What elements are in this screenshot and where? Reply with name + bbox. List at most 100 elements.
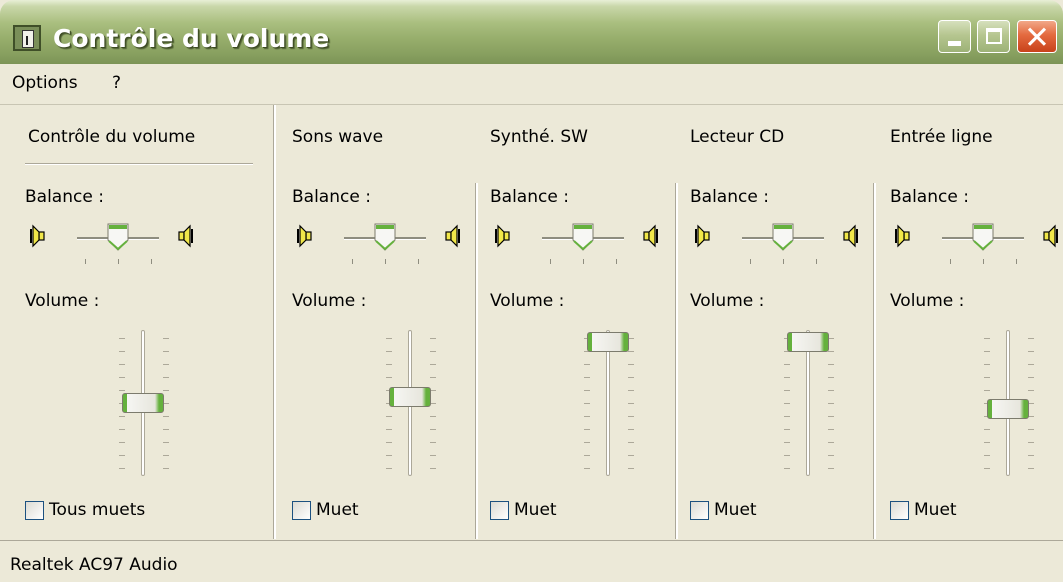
speaker-right-icon [842,224,860,248]
volume-tick [628,351,634,352]
volume-tick [163,429,169,430]
volume-tick [163,364,169,365]
balance-tick [783,259,784,264]
balance-slider-thumb[interactable] [772,223,794,251]
volume-tick [628,429,634,430]
balance-slider-thumb[interactable] [374,223,396,251]
volume-tick [628,442,634,443]
balance-tick [816,259,817,264]
volume-tick [584,364,590,365]
volume-tick [1028,390,1034,391]
volume-label: Volume : [292,291,367,311]
volume-label: Volume : [890,291,965,311]
volume-slider-thumb[interactable] [787,332,829,352]
balance-tick [118,259,119,264]
volume-slider-thumb[interactable] [389,387,431,407]
mute-checkbox[interactable] [890,501,909,520]
volume-tick [784,442,790,443]
balance-tick [352,259,353,264]
volume-tick [984,468,990,469]
balance-tick [151,259,152,264]
mute-checkbox[interactable] [490,501,509,520]
volume-tick [430,468,436,469]
volume-tick [784,377,790,378]
channel-title-entree-ligne: Entrée ligne [890,127,993,147]
volume-tick [784,403,790,404]
menu-help[interactable]: ? [112,73,121,93]
volume-tick [828,468,834,469]
volume-tick [784,364,790,365]
mute-all-label[interactable]: Tous muets [49,500,145,520]
volume-tick [628,390,634,391]
volume-tick [386,442,392,443]
volume-tick [430,455,436,456]
volume-tick [784,416,790,417]
volume-tick [119,351,125,352]
volume-tick [828,455,834,456]
balance-tick [385,259,386,264]
volume-tick [119,455,125,456]
title-bar[interactable]: Contrôle du volume ✕ [0,0,1063,64]
channel-title-synthe-sw: Synthé. SW [490,127,588,147]
device-name: Realtek AC97 Audio [10,555,178,575]
volume-tick [163,338,169,339]
menu-options[interactable]: Options [12,73,78,93]
volume-tick [828,442,834,443]
mute-checkbox[interactable] [292,501,311,520]
volume-tick [828,416,834,417]
volume-tick [584,416,590,417]
maximize-button[interactable] [977,20,1010,53]
volume-tick [386,338,392,339]
app-icon[interactable] [13,25,41,51]
volume-tick [386,468,392,469]
volume-slider-thumb[interactable] [587,332,629,352]
mixer-panel: Contrôle du volume Balance : Volume : Tous… [0,105,1063,539]
volume-tick [984,390,990,391]
volume-tick [584,377,590,378]
volume-label: Volume : [690,291,765,311]
volume-tick [984,377,990,378]
balance-label: Balance : [292,187,371,207]
balance-tick [750,259,751,264]
mute-all-checkbox[interactable] [25,501,44,520]
volume-tick [119,468,125,469]
volume-tick [984,455,990,456]
volume-tick [628,468,634,469]
volume-tick [984,442,990,443]
volume-tick [163,468,169,469]
speaker-left-icon [28,224,46,248]
balance-label: Balance : [25,187,104,207]
minimize-button[interactable] [938,20,971,53]
volume-tick [828,390,834,391]
channel-divider [675,183,678,539]
speaker-right-icon [444,224,462,248]
volume-slider-thumb[interactable] [122,393,164,413]
speaker-right-icon [177,224,195,248]
volume-tick [828,403,834,404]
volume-tick [1028,364,1034,365]
volume-tick [430,442,436,443]
window-title: Contrôle du volume [53,24,330,53]
volume-tick [828,429,834,430]
volume-tick [1028,429,1034,430]
balance-slider-thumb[interactable] [572,223,594,251]
volume-label: Volume : [490,291,565,311]
volume-tick [119,338,125,339]
mute-label[interactable]: Muet [514,500,557,520]
volume-tick [1028,338,1034,339]
close-button[interactable]: ✕ [1017,20,1057,56]
volume-slider-thumb[interactable] [987,399,1029,419]
volume-tick [584,442,590,443]
balance-slider-thumb[interactable] [972,223,994,251]
volume-tick [163,377,169,378]
volume-tick [119,416,125,417]
mute-label[interactable]: Muet [914,500,957,520]
balance-slider-thumb[interactable] [107,223,129,251]
mute-label[interactable]: Muet [714,500,757,520]
volume-tick [119,377,125,378]
mute-label[interactable]: Muet [316,500,359,520]
volume-tick [386,429,392,430]
mute-checkbox[interactable] [690,501,709,520]
volume-tick [1028,442,1034,443]
volume-tick [430,338,436,339]
